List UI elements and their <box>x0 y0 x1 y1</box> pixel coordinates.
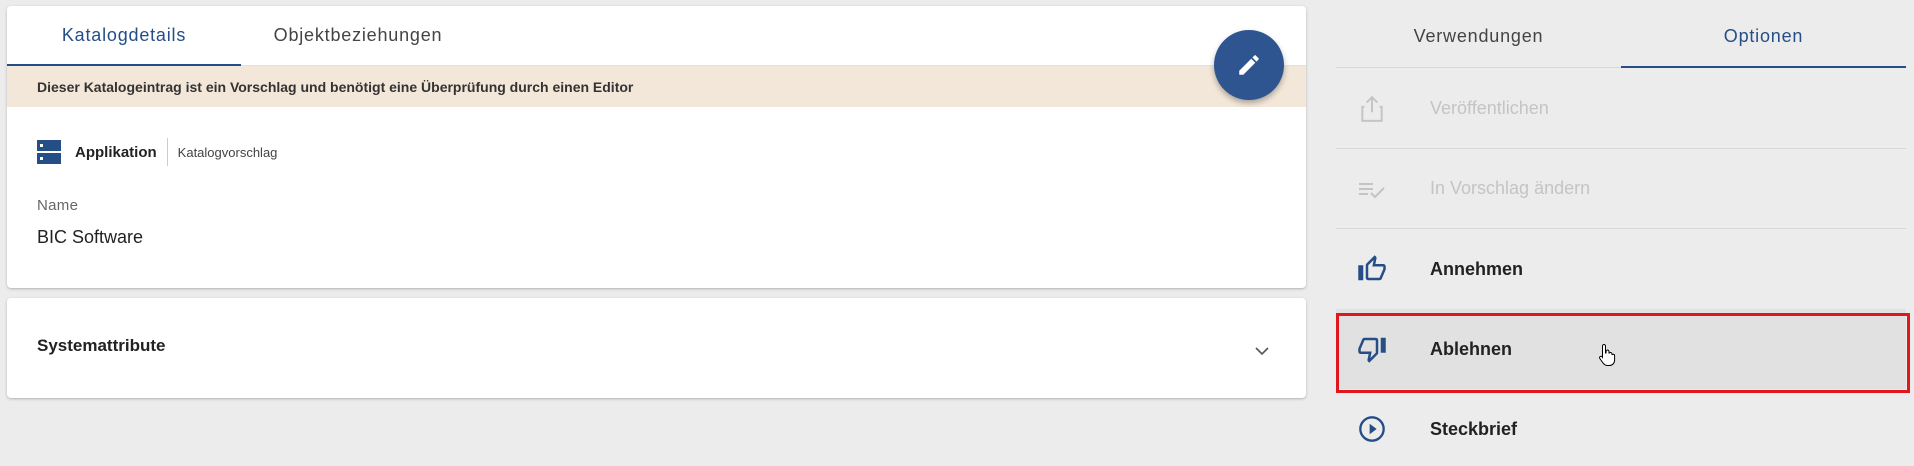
edit-button[interactable] <box>1214 30 1284 100</box>
name-label: Name <box>37 197 79 214</box>
change-to-proposal-label: In Vorschlag ändern <box>1430 178 1591 198</box>
profile-label: Steckbrief <box>1430 418 1518 439</box>
type-row: Applikation Katalogvorschlag <box>37 138 277 166</box>
proposal-banner: Dieser Katalogeintrag ist ein Vorschlag … <box>7 66 1306 107</box>
hand-cursor-icon <box>1599 343 1616 366</box>
tab-optionen[interactable]: Optionen <box>1621 6 1906 68</box>
accept-option[interactable]: Annehmen <box>1336 229 1906 309</box>
accept-label: Annehmen <box>1430 258 1524 279</box>
thumb-down-icon <box>1358 337 1386 363</box>
application-icon <box>37 140 61 164</box>
publish-label: Veröffentlichen <box>1430 98 1549 118</box>
reject-label: Ablehnen <box>1430 338 1513 359</box>
change-to-proposal-option[interactable]: In Vorschlag ändern <box>1336 149 1906 229</box>
tab-katalogdetails[interactable]: Katalogdetails <box>7 6 241 66</box>
type-label: Applikation <box>75 138 168 166</box>
status-badge: Katalogvorschlag <box>177 144 278 160</box>
profile-option[interactable]: Steckbrief <box>1336 389 1906 466</box>
reject-option[interactable]: Ablehnen <box>1336 309 1906 389</box>
details-tabs: Katalogdetails Objektbeziehungen <box>7 6 1306 66</box>
publish-option[interactable]: Veröffentlichen <box>1336 69 1906 149</box>
system-attributes-panel[interactable]: Systemattribute <box>7 298 1306 398</box>
tab-verwendungen[interactable]: Verwendungen <box>1336 6 1621 67</box>
system-attributes-title: Systemattribute <box>37 336 166 355</box>
name-value: BIC Software <box>37 227 144 247</box>
tab-objektbeziehungen[interactable]: Objektbeziehungen <box>241 6 475 65</box>
play-circle-icon <box>1359 416 1385 442</box>
panel-tabs: Verwendungen Optionen <box>1336 6 1906 68</box>
pencil-icon <box>1239 55 1259 75</box>
catalog-details-card: Katalogdetails Objektbeziehungen Dieser … <box>7 6 1306 288</box>
thumb-up-icon <box>1358 255 1386 281</box>
chevron-down-icon[interactable] <box>1254 343 1270 359</box>
share-icon <box>1361 95 1383 122</box>
playlist-check-icon <box>1359 182 1385 198</box>
